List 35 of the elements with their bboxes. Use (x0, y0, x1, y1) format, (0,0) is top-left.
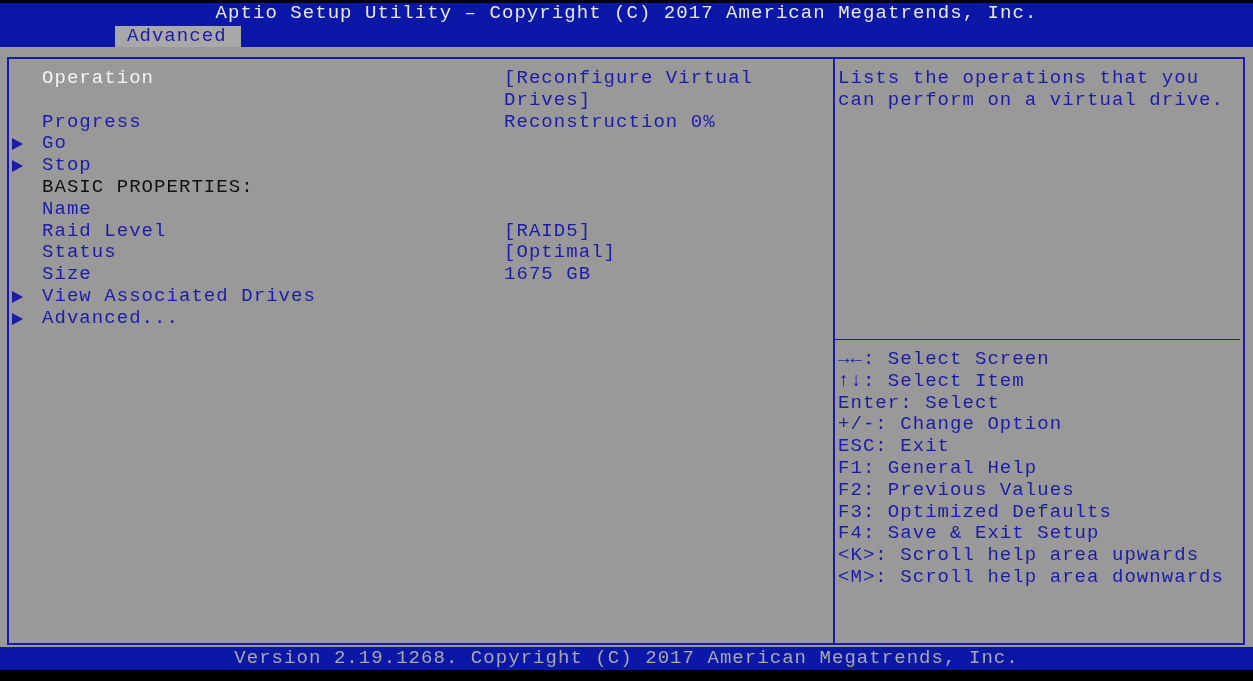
setting-label[interactable]: Size (42, 263, 92, 286)
triangle-icon (12, 160, 23, 173)
submenu-link[interactable]: Stop (42, 154, 92, 177)
setting-label[interactable]: Raid Level (42, 219, 167, 242)
setting-value: [Optimal] (504, 241, 617, 264)
triangle-icon (12, 290, 23, 303)
section-heading: BASIC PROPERTIES: (42, 176, 254, 198)
setting-value: Reconstruction 0% (504, 110, 716, 133)
key-hint: ESC: Exit (838, 435, 951, 458)
key-hint: +/-: Change Option (838, 413, 1063, 436)
key-hint: F3: Optimized Defaults (838, 500, 1112, 523)
key-hint: ↑↓: Select Item (838, 369, 1025, 392)
setting-value: [RAID5] (504, 219, 592, 242)
key-hint: F4: Save & Exit Setup (838, 522, 1100, 545)
key-hint: <K>: Scroll help area upwards (838, 544, 1200, 567)
key-hint: Enter: Select (838, 391, 1000, 414)
menu-tab[interactable]: Advanced (115, 26, 241, 47)
setting-value: 1675 GB (504, 263, 592, 286)
help-text: Lists the operations that you can perform on a virtual drive. (835, 59, 1240, 340)
submenu-link[interactable]: View Associated Drives (42, 284, 316, 307)
key-hint: F2: Previous Values (838, 478, 1075, 501)
key-hint: →←: Select Screen (838, 348, 1050, 370)
version-footer: Version 2.19.1268. Copyright (C) 2017 American Megatrends, Inc. (0, 647, 1253, 670)
submenu-link[interactable]: Advanced... (42, 306, 179, 329)
triangle-icon (12, 138, 23, 151)
setting-label[interactable]: Status (42, 241, 117, 264)
submenu-link[interactable]: Go (42, 132, 67, 155)
setting-value: [Reconfigure Virtual Drives] (504, 67, 754, 111)
setting-label[interactable]: Progress (42, 110, 142, 133)
window-title: Aptio Setup Utility – Copyright (C) 2017 American Megatrends, Inc. (215, 3, 1038, 25)
triangle-icon (12, 312, 23, 325)
setting-label[interactable]: Operation (42, 67, 155, 89)
key-hint: F1: General Help (838, 457, 1038, 479)
key-hint: <M>: Scroll help area downwards (838, 565, 1224, 588)
setting-label[interactable]: Name (42, 197, 92, 220)
